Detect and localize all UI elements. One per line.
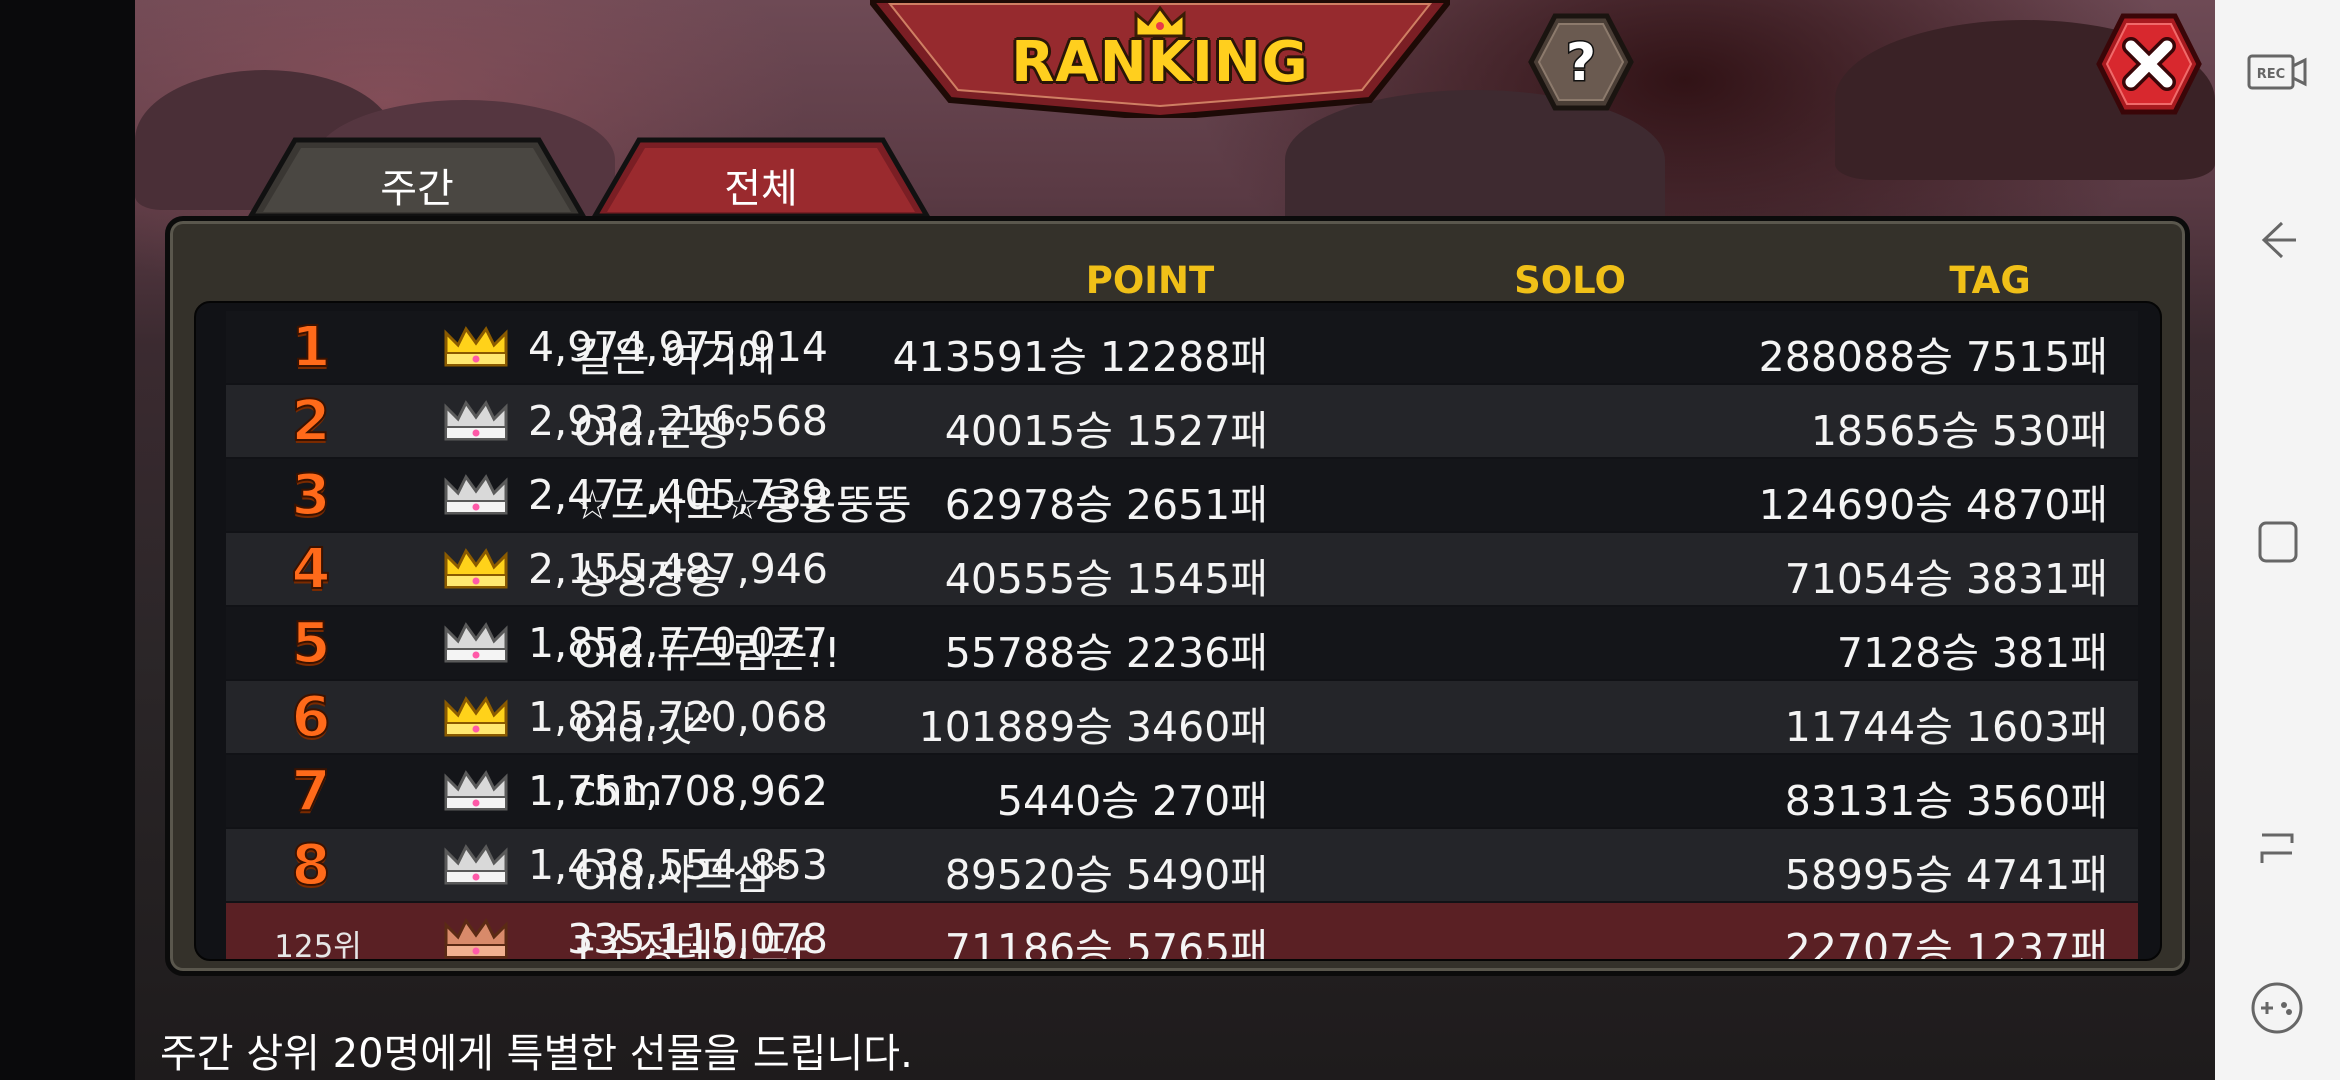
player-point: 1,852,770,077	[528, 619, 828, 667]
ranking-row[interactable]: 6 Old.갓° 1,825,720,068 101889승 3460패 11744승 …	[226, 681, 2138, 753]
close-icon	[2096, 13, 2202, 115]
tag-record: 83131승 3560패	[1784, 777, 2108, 825]
svg-text:REC: REC	[2257, 67, 2285, 82]
back-button[interactable]	[2237, 200, 2317, 280]
rank-number: 5	[291, 610, 332, 677]
tag-record: 11744승 1603패	[1784, 703, 2108, 751]
tab-weekly[interactable]: 주간	[246, 136, 588, 219]
tag-record: 124690승 4870패	[1758, 481, 2108, 529]
rank-number: 3	[291, 462, 332, 529]
player-point: 2,477,405,739	[528, 471, 828, 519]
svg-text:?: ?	[1566, 33, 1596, 93]
rank-number: 4	[291, 536, 332, 603]
rank-number: 2	[291, 388, 332, 455]
crown-icon	[442, 769, 510, 815]
title-banner: RANKING	[866, 0, 1454, 122]
ranking-row[interactable]: 8 Old.샤프심* 1,438,554,853 89520승 5490패 58995승…	[226, 829, 2138, 901]
column-header-point: POINT	[1085, 259, 1215, 302]
recents-icon	[2258, 521, 2298, 563]
ranking-row[interactable]: 4 싱싱장승 2,155,487,946 40555승 1545패 71054승 383…	[226, 533, 2138, 605]
rank-number: 8	[291, 832, 332, 899]
screen-record-button[interactable]: REC	[2237, 32, 2317, 112]
tag-record: 58995승 4741패	[1784, 851, 2108, 899]
close-button[interactable]	[2095, 12, 2203, 116]
ranking-row[interactable]: 3 ☆드사모☆용용뚱뚱 2,477,405,739 62978승 2651패 12469…	[226, 459, 2138, 531]
tab-all[interactable]: 전체	[590, 136, 932, 219]
my-rank-row[interactable]: 125위 £수정테이프£ 335,115,078 71186승 5765패 22707승…	[226, 903, 2138, 961]
solo-record: 40555승 1545패	[944, 555, 1268, 603]
ranking-panel: POINT SOLO TAG 1 길은 여기에 4,974,975,914 41359…	[165, 216, 2190, 976]
footer-notice: 주간 상위 20명에게 특별한 선물을 드립니다.	[160, 1031, 913, 1077]
tag-record: 288088승 7515패	[1758, 333, 2108, 381]
tag-record: 7128승 381패	[1836, 629, 2108, 677]
ranking-row[interactable]: 2 Old.군장° 2,932,216,568 40015승 1527패 18565승 …	[226, 385, 2138, 457]
game-tools-icon	[2251, 982, 2303, 1034]
ranking-row[interactable]: 1 길은 여기에 4,974,975,914 413591승 12288패 288088…	[226, 311, 2138, 383]
crown-icon	[442, 473, 510, 519]
tab-weekly-label: 주간	[380, 166, 454, 212]
tag-record: 18565승 530패	[1810, 407, 2108, 455]
crown-icon	[442, 843, 510, 889]
crown-icon	[442, 547, 510, 593]
home-button[interactable]	[2237, 808, 2317, 888]
rank-number: 6	[291, 684, 332, 751]
crown-icon	[442, 695, 510, 741]
solo-record: 40015승 1527패	[944, 407, 1268, 455]
column-header-tag: TAG	[1949, 259, 2031, 302]
ranking-row[interactable]: 5 Old.듀크림존!! 1,852,770,077 55788승 2236패 7128…	[226, 607, 2138, 679]
tag-record: 22707승 1237패	[1784, 925, 2108, 961]
back-icon	[2261, 221, 2296, 259]
solo-record: 55788승 2236패	[944, 629, 1268, 677]
solo-record: 71186승 5765패	[944, 925, 1268, 961]
ranking-list[interactable]: 1 길은 여기에 4,974,975,914 413591승 12288패 288088…	[194, 301, 2162, 961]
player-point: 1,751,708,962	[528, 767, 828, 815]
crown-icon	[442, 621, 510, 667]
solo-record: 62978승 2651패	[944, 481, 1268, 529]
column-header-solo: SOLO	[1514, 259, 1626, 302]
crown-icon	[442, 399, 510, 445]
recents-button[interactable]	[2237, 502, 2317, 582]
player-point: 4,974,975,914	[528, 323, 828, 371]
solo-record: 89520승 5490패	[944, 851, 1268, 899]
player-point: 2,932,216,568	[528, 397, 828, 445]
screen-record-icon: REC	[2247, 54, 2307, 90]
ranking-row[interactable]: 7 chm 1,751,708,962 5440승 270패 83131승 3560패	[226, 755, 2138, 827]
game-screen: RANKING ? 주간 전체 POINT SOLO TAG 1 길은 여기에 …	[135, 0, 2215, 1080]
crown-icon	[442, 917, 510, 959]
left-system-bar	[0, 0, 135, 1080]
tab-all-label: 전체	[724, 166, 798, 212]
game-tools-button[interactable]	[2237, 968, 2317, 1048]
question-icon: ?	[1528, 13, 1634, 111]
solo-record: 413591승 12288패	[892, 333, 1268, 381]
home-icon	[2260, 833, 2294, 863]
help-button[interactable]: ?	[1527, 12, 1635, 112]
rank-number: 1	[291, 314, 332, 381]
android-nav-bar: REC	[2215, 0, 2340, 1080]
solo-record: 101889승 3460패	[918, 703, 1268, 751]
solo-record: 5440승 270패	[996, 777, 1268, 825]
player-point: 2,155,487,946	[528, 545, 828, 593]
rank-number: 7	[291, 758, 332, 825]
player-point: 1,825,720,068	[528, 693, 828, 741]
tag-record: 71054승 3831패	[1784, 555, 2108, 603]
player-point: 1,438,554,853	[528, 841, 828, 889]
page-title: RANKING	[1011, 30, 1309, 95]
rank-number: 125위	[274, 929, 362, 961]
crown-icon	[442, 325, 510, 371]
player-point: 335,115,078	[567, 915, 828, 961]
